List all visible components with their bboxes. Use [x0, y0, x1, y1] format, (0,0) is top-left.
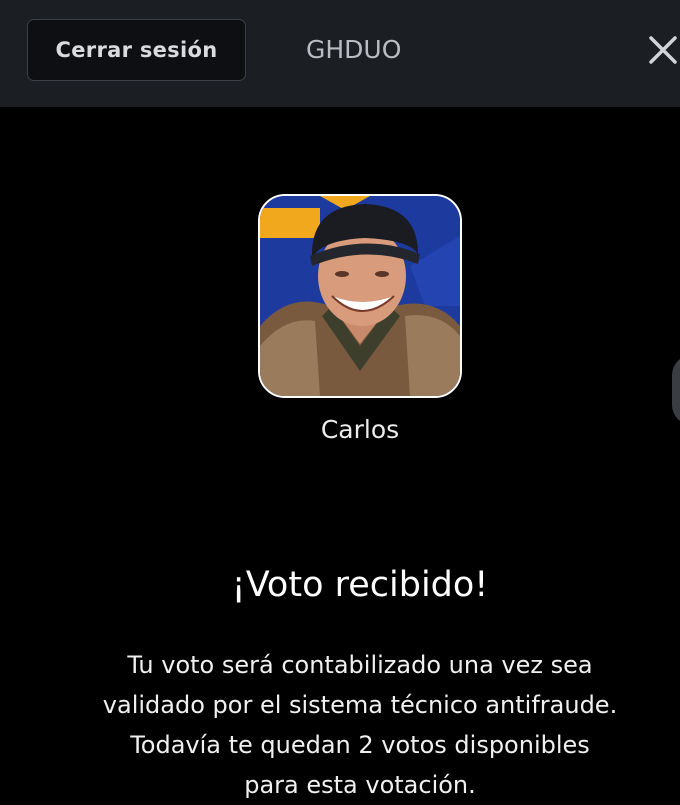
- message-line: Tu voto será contabilizado una vez sea: [127, 651, 593, 679]
- vote-message: Tu voto será contabilizado una vez sea v…: [40, 645, 680, 805]
- close-icon[interactable]: [646, 32, 680, 68]
- vote-received-title: ¡Voto recibido!: [231, 565, 489, 605]
- contestant-photo: [260, 196, 460, 396]
- user-code: GHDUO: [306, 35, 402, 64]
- contestant-name: Carlos: [320, 415, 400, 444]
- top-bar: Cerrar sesión GHDUO: [0, 0, 680, 107]
- logout-button[interactable]: Cerrar sesión: [27, 19, 246, 81]
- contestant-avatar: [258, 194, 462, 398]
- message-line: para esta votación.: [244, 771, 476, 799]
- vote-confirmation: Carlos ¡Voto recibido! Tu voto será cont…: [0, 107, 680, 799]
- message-line: Todavía te quedan 2 votos disponibles: [130, 731, 590, 759]
- message-line: validado por el sistema técnico antifrau…: [102, 691, 618, 719]
